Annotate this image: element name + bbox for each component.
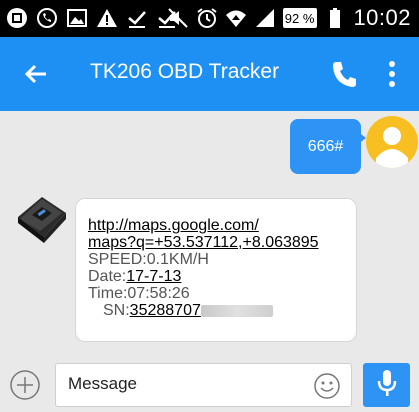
conversation-title: TK206 OBD Tracker [90,60,280,83]
sn-value[interactable]: 35288707 [130,302,201,319]
battery-indicator: 92 % [282,8,318,28]
status-bar: 92 % 10:02 [0,0,419,37]
mute-icon [167,7,189,29]
clock: 10:02 [353,5,411,30]
battery-icon [324,7,346,29]
app-bar: TK206 OBD Tracker [0,37,419,111]
back-arrow-icon[interactable] [20,58,52,90]
outgoing-bubble-tail [357,131,366,145]
message-list[interactable]: 666# http://maps.google.com/ maps?q=+53.… [0,111,419,358]
signal-icon [254,7,276,29]
battery-percent: 92 % [284,10,315,26]
alarm-icon [196,7,218,29]
whatsapp-icon [36,7,58,29]
sn-label: SN: [103,302,130,319]
warning-icon [96,7,118,29]
add-attachment-icon[interactable] [9,369,41,401]
time-text: Time:07:58:26 [88,285,190,302]
more-options-icon[interactable] [385,58,399,90]
message-input[interactable] [68,374,298,394]
sms-screen: 92 % 10:02 TK206 OBD Tracker 666# http:/… [0,0,419,412]
date-label: Date: [88,268,127,285]
message-composer [0,358,419,412]
map-link-line-2[interactable]: maps?q=+53.537112,+8.063895 [88,234,319,251]
outgoing-message-text: 666# [307,137,344,155]
speed-text: SPEED:0.1KM/H [88,251,209,268]
redacted-serial-blur [200,304,273,317]
outgoing-message[interactable]: 666# [290,119,361,174]
emoji-icon[interactable] [313,372,341,400]
date-value[interactable]: 17-7-13 [126,268,181,285]
incoming-message[interactable]: http://maps.google.com/ maps?q=+53.53711… [75,198,357,342]
map-link-line-1[interactable]: http://maps.google.com/ [88,217,259,234]
obd-device-avatar[interactable] [12,191,70,247]
message-field[interactable] [55,363,352,407]
microphone-icon [376,368,398,403]
tracker-app-icon [6,7,28,29]
gallery-icon [66,7,88,29]
voice-input-button[interactable] [363,363,410,407]
download-done-icon [126,7,148,29]
user-avatar[interactable] [366,116,418,168]
phone-icon[interactable] [330,59,358,89]
wifi-icon [225,7,247,29]
